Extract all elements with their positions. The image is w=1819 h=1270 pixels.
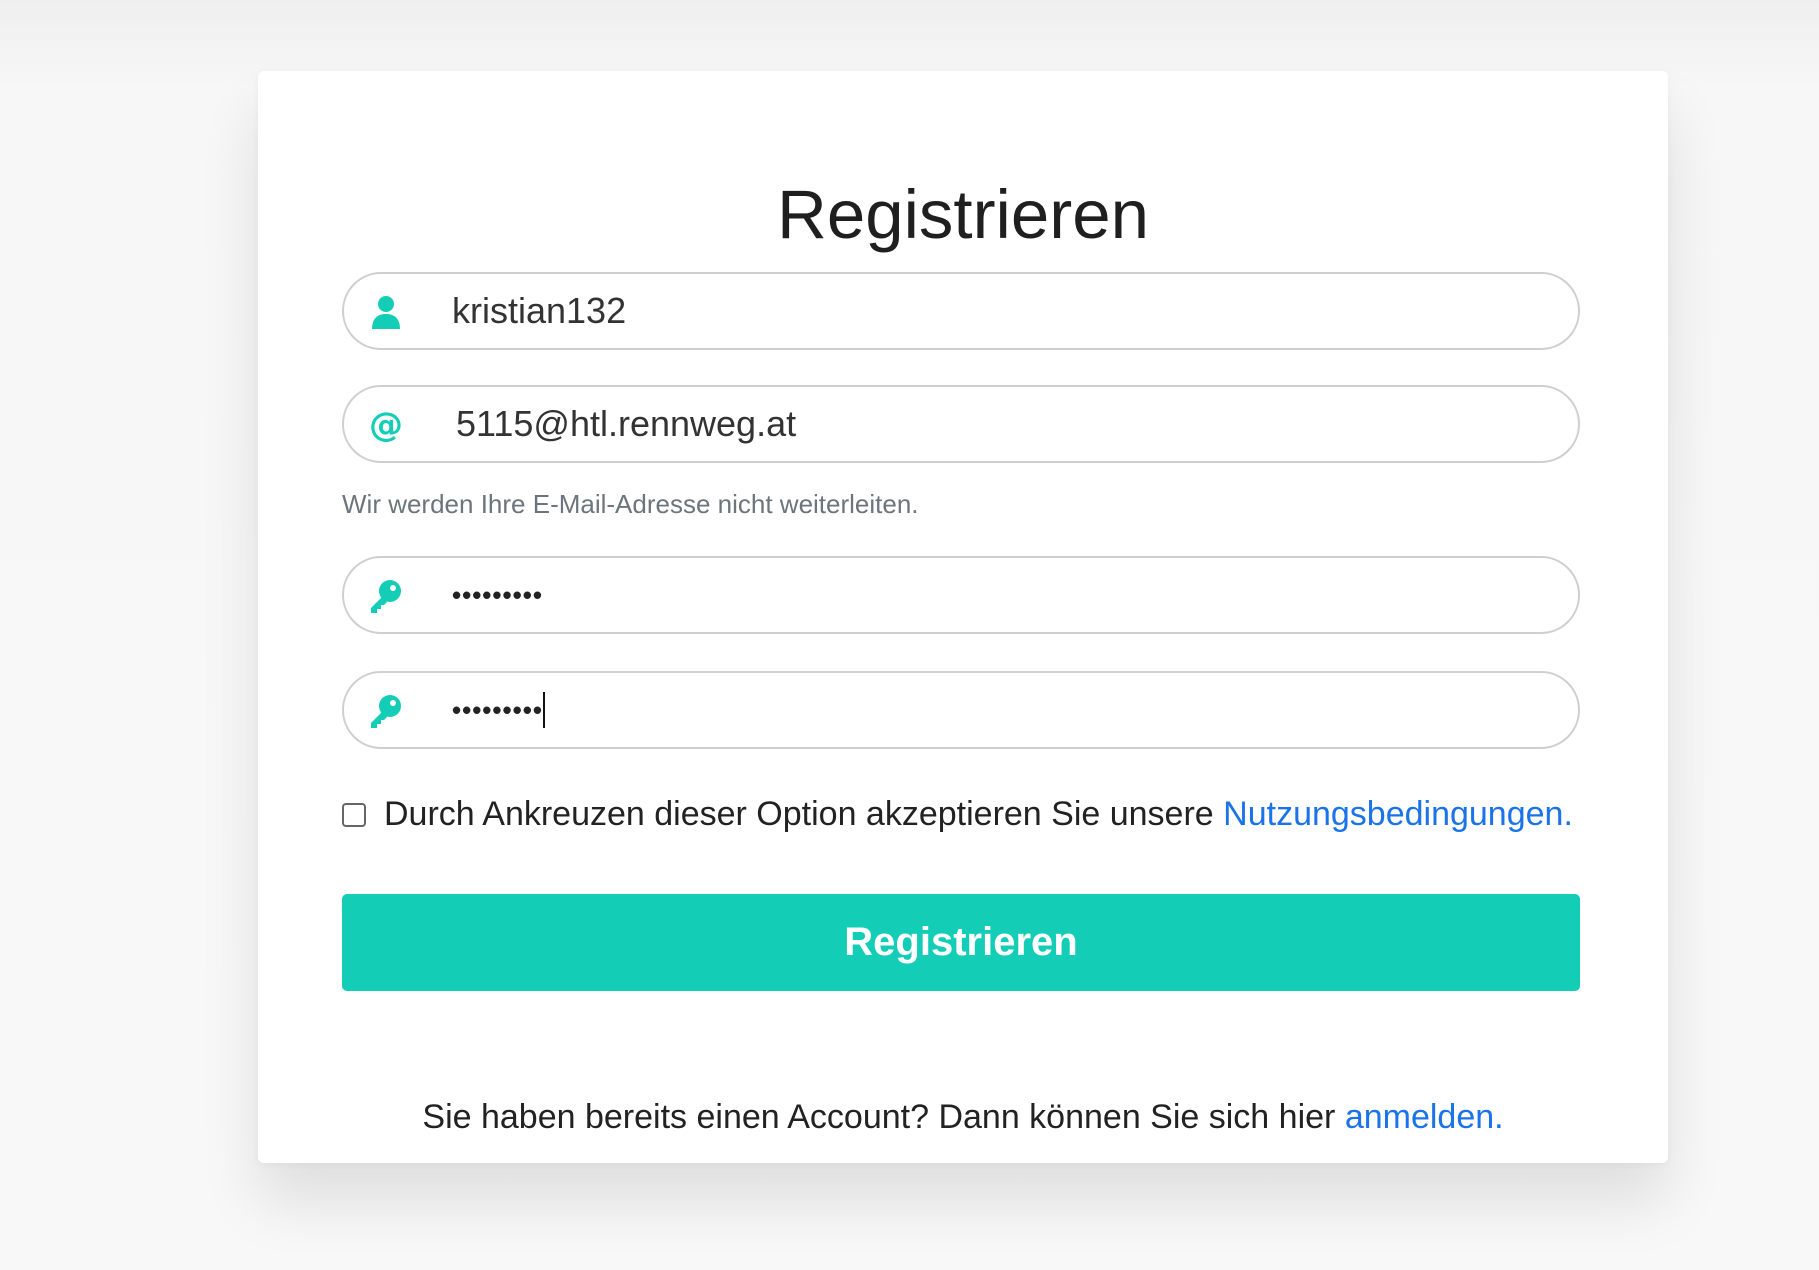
terms-row: Durch Ankreuzen dieser Option akzeptiere…: [342, 795, 1573, 834]
terms-checkbox[interactable]: [342, 802, 366, 827]
email-hint: Wir werden Ihre E-Mail-Adresse nicht wei…: [342, 489, 919, 519]
user-icon: [368, 294, 404, 330]
register-button[interactable]: Registrieren: [342, 894, 1580, 991]
key-icon: [368, 693, 404, 729]
login-prompt: Sie haben bereits einen Account? Dann kö…: [258, 1098, 1668, 1137]
text-caret: [542, 692, 545, 729]
password-value: •••••••••: [452, 580, 543, 610]
terms-text: Durch Ankreuzen dieser Option akzeptiere…: [384, 795, 1214, 833]
at-icon: @: [369, 405, 403, 445]
registration-card: Registrieren kristian132 @ 5115@htl.renn…: [258, 71, 1668, 1163]
terms-link[interactable]: Nutzungsbedingungen.: [1223, 795, 1573, 834]
page-title: Registrieren: [777, 176, 1149, 253]
password-field[interactable]: •••••••••: [342, 556, 1580, 634]
key-icon: [368, 578, 404, 614]
username-value: kristian132: [452, 290, 627, 331]
password-confirm-masked: •••••••••: [452, 695, 543, 725]
login-link[interactable]: anmelden.: [1345, 1098, 1504, 1136]
password-confirm-field[interactable]: •••••••••: [342, 671, 1580, 749]
password-confirm-value: •••••••••: [452, 673, 545, 747]
login-prompt-text: Sie haben bereits einen Account? Dann kö…: [422, 1098, 1336, 1136]
email-field[interactable]: @ 5115@htl.rennweg.at: [342, 385, 1580, 463]
username-field[interactable]: kristian132: [342, 272, 1580, 350]
email-value: 5115@htl.rennweg.at: [456, 403, 797, 444]
